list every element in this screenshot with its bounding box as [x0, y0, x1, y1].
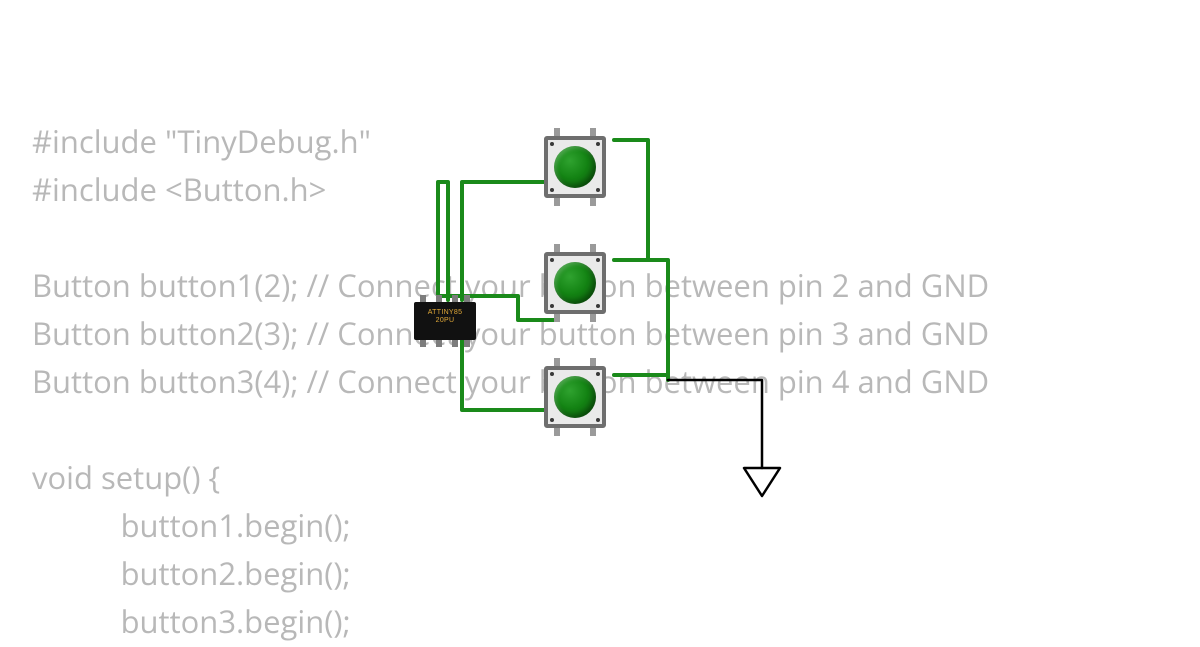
pushbutton-2[interactable] — [536, 244, 614, 322]
ground-symbol-icon — [740, 460, 784, 500]
circuit-canvas[interactable]: ATTINY8520PU — [0, 0, 1200, 630]
attiny85-chip[interactable]: ATTINY8520PU — [414, 302, 476, 340]
chip-label: ATTINY8520PU — [414, 309, 476, 326]
pushbutton-3[interactable] — [536, 358, 614, 436]
pushbutton-1[interactable] — [536, 128, 614, 206]
